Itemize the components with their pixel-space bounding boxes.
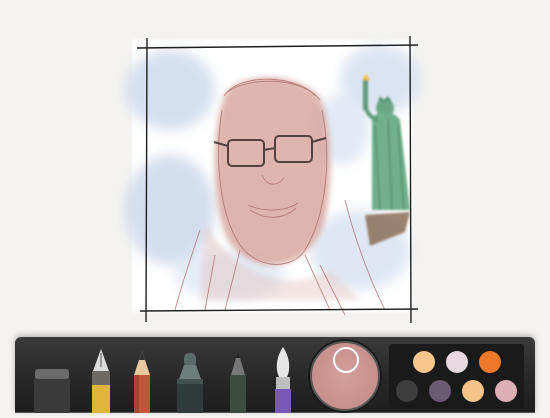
- swatch-6[interactable]: [462, 380, 484, 402]
- color-mixer-handle[interactable]: [333, 347, 359, 373]
- fountain-pen-tool[interactable]: [89, 347, 113, 413]
- pen-icon: [230, 351, 246, 413]
- marker-icon: [177, 353, 203, 413]
- artwork: [125, 35, 420, 324]
- fountain-pen-icon: [92, 349, 110, 413]
- color-palette: [389, 344, 524, 408]
- swatch-5[interactable]: [429, 380, 451, 402]
- color-mixer[interactable]: [310, 341, 380, 411]
- pencil-tool[interactable]: [131, 349, 153, 413]
- swatch-7[interactable]: [495, 380, 517, 402]
- eraser-tool[interactable]: [32, 365, 72, 413]
- swatch-1[interactable]: [413, 351, 435, 373]
- pen-tool[interactable]: [226, 349, 250, 413]
- pencil-icon: [134, 351, 150, 413]
- drawing-canvas[interactable]: [0, 0, 550, 335]
- swatch-4[interactable]: [396, 380, 418, 402]
- marker-tool[interactable]: [173, 349, 207, 413]
- brush-tool[interactable]: [271, 345, 295, 413]
- eraser-icon: [34, 369, 70, 413]
- tools-toolbar: [15, 337, 535, 413]
- swatch-2[interactable]: [446, 351, 468, 373]
- watercolor-brush-icon: [275, 347, 291, 413]
- swatch-3-selected[interactable]: [479, 351, 501, 373]
